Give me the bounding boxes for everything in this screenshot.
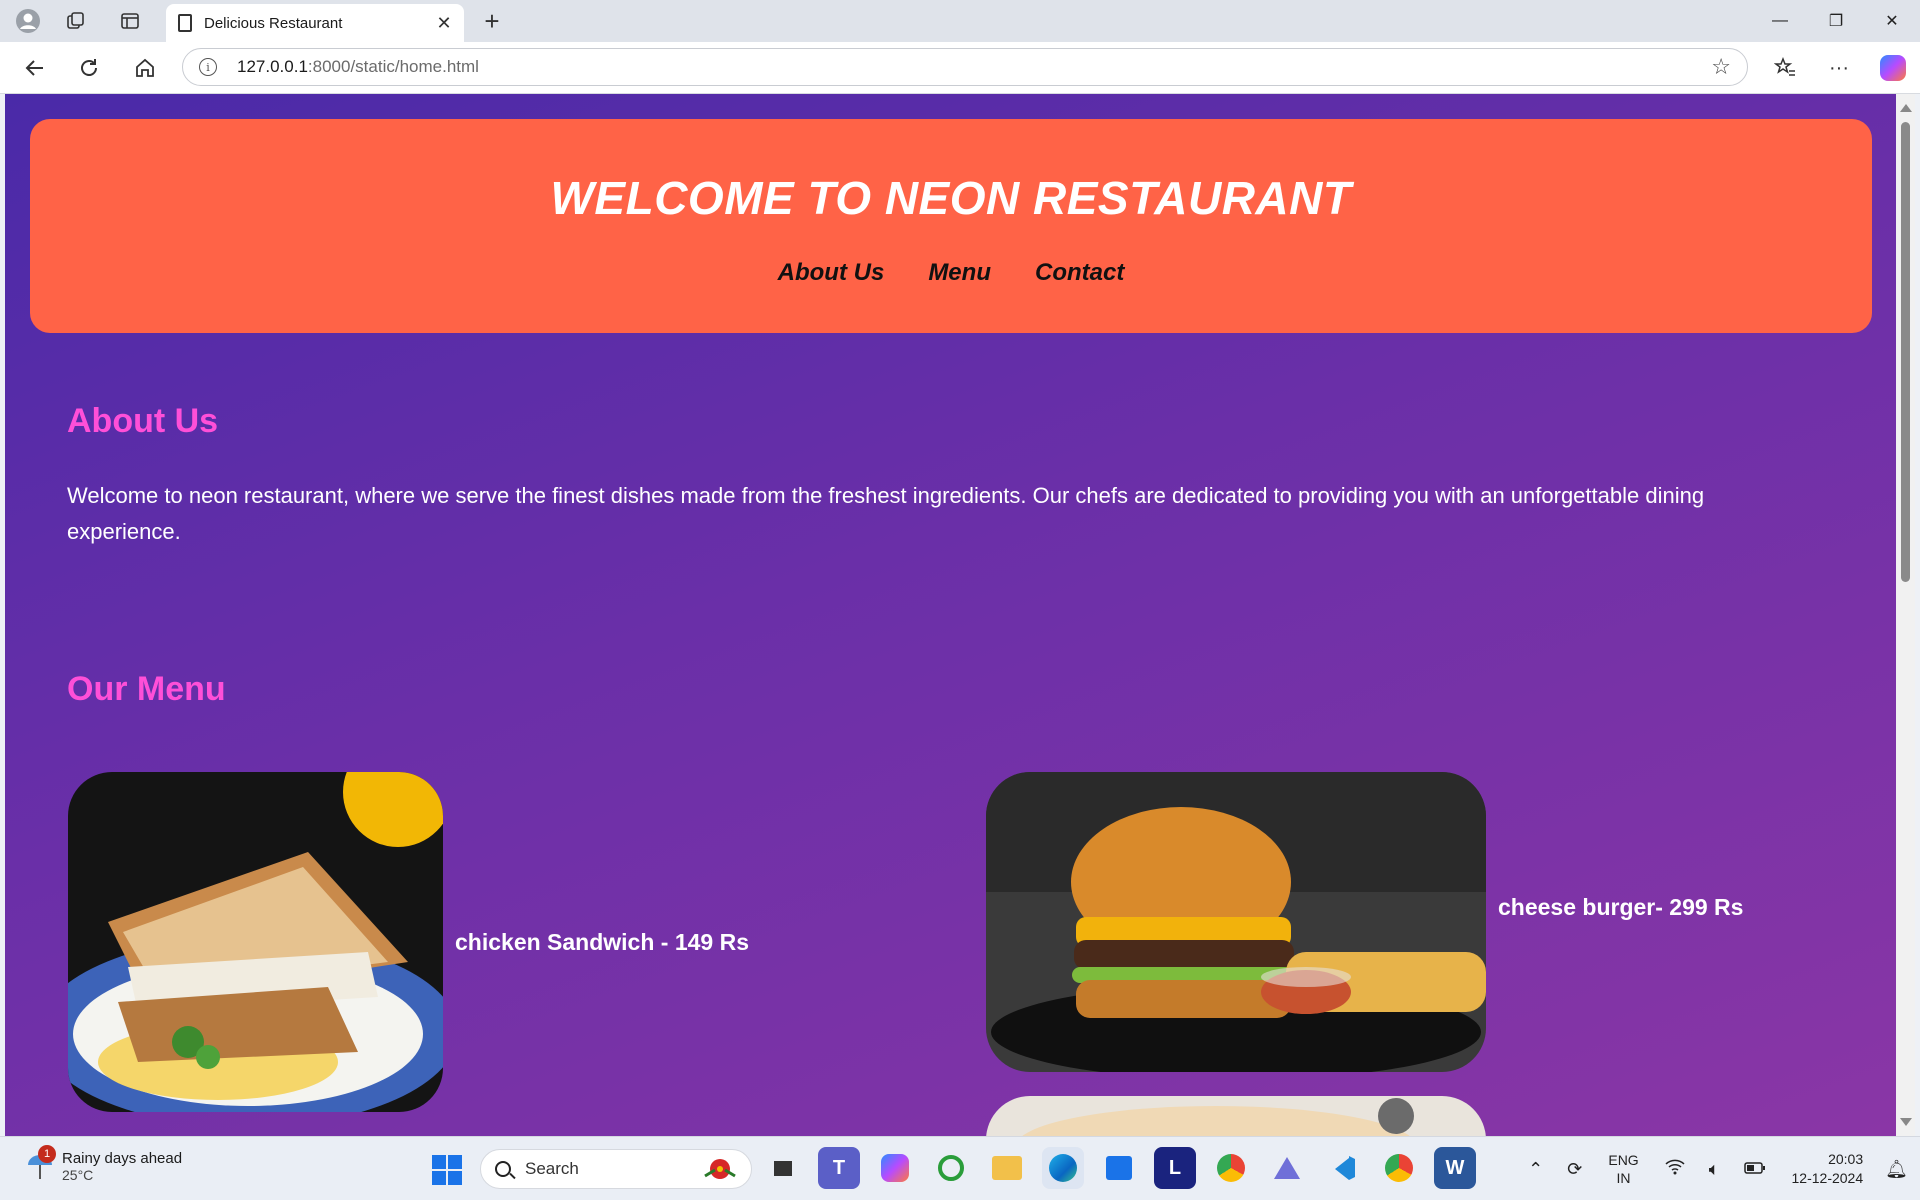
taskbar-search[interactable]: Search [480,1149,752,1189]
weather-temp: 25°C [62,1166,94,1183]
scroll-down-icon[interactable] [1900,1118,1912,1126]
refresh-button[interactable] [62,42,116,94]
site-nav: About Us Menu Contact [30,259,1872,287]
taskbar: 1 Rainy days ahead 25°C Search T L W ⌃ ⟳ [0,1136,1920,1200]
store-icon[interactable] [1098,1147,1140,1189]
clock-time: 20:03 [1828,1151,1864,1167]
chevron-up-icon[interactable]: ⌃ [1528,1159,1543,1180]
search-icon [495,1161,511,1177]
copilot-icon[interactable] [1880,55,1906,81]
home-button[interactable] [118,42,172,94]
tab-bar: Delicious Restaurant ✕ + — ❐ ✕ [0,0,1920,42]
vscode-icon[interactable] [1322,1147,1364,1189]
scroll-up-icon[interactable] [1900,104,1912,112]
taskbar-apps: T L W [762,1147,1476,1189]
tab-title: Delicious Restaurant [204,14,343,32]
lang-code: ENG [1608,1152,1639,1168]
battery-icon[interactable] [1743,1159,1766,1180]
url-path: :8000/static/home.html [307,57,479,76]
browser-toolbar-right: ··· [1758,42,1920,94]
favorites-icon[interactable] [1758,42,1812,94]
window-controls: — ❐ ✕ [1752,0,1920,42]
page-icon [178,14,192,32]
close-window-icon[interactable]: ✕ [1864,0,1920,42]
clock[interactable]: 20:03 12-12-2024 [1792,1150,1864,1188]
clock-date: 12-12-2024 [1791,1170,1864,1186]
l-app-icon[interactable]: L [1154,1147,1196,1189]
chrome-icon[interactable] [1210,1147,1252,1189]
nav-about-us[interactable]: About Us [778,259,885,287]
about-text: Welcome to neon restaurant, where we ser… [67,483,1705,544]
copilot-app-icon[interactable] [874,1147,916,1189]
nav-menu[interactable]: Menu [928,259,991,287]
notifications-icon[interactable]: 🔔︎ [1885,1159,1908,1180]
minimize-icon[interactable]: — [1752,0,1808,42]
sync-app-icon[interactable] [930,1147,972,1189]
burger-image [986,772,1486,1072]
sync-status-icon[interactable]: ⟳ [1567,1159,1582,1180]
wifi-icon[interactable] [1665,1159,1685,1180]
weather-title: Rainy days ahead [62,1149,183,1167]
pizza-image [986,1096,1486,1136]
site-header: WELCOME TO NEON RESTAURANT About Us Menu… [30,119,1872,333]
menu-heading: Our Menu [67,670,226,708]
vpn-app-icon[interactable] [1266,1147,1308,1189]
tab-active[interactable]: Delicious Restaurant ✕ [166,4,464,42]
site-info-icon[interactable]: i [199,58,217,76]
menu-item-label: cheese burger- 299 Rs [1498,893,1744,920]
word-icon[interactable]: W [1434,1147,1476,1189]
file-explorer-icon[interactable] [986,1147,1028,1189]
menu-item-burger: cheese burger- 299 Rs [986,772,1743,1072]
poinsettia-icon [703,1156,737,1182]
back-button[interactable] [8,42,62,94]
nav-contact[interactable]: Contact [1035,259,1124,287]
close-tab-icon[interactable]: ✕ [434,13,454,34]
language-indicator[interactable]: ENG IN [1608,1151,1638,1187]
url-host: 127.0.0.1 [237,57,308,76]
favorite-star-icon[interactable]: ☆ [1711,54,1731,80]
about-heading: About Us [67,402,219,440]
rain-umbrella-icon: 1 [26,1145,56,1183]
page-scrollbar[interactable] [1896,94,1915,1136]
more-options-icon[interactable]: ··· [1812,42,1866,94]
sandwich-image [68,772,443,1112]
tab-actions-icon[interactable] [110,0,150,42]
notification-badge: 1 [38,1145,56,1163]
url-field[interactable]: i 127.0.0.1:8000/static/home.html ☆ [182,48,1748,86]
edge-icon[interactable] [1042,1147,1084,1189]
weather-widget[interactable]: 1 Rainy days ahead 25°C [26,1145,183,1183]
teams-icon[interactable]: T [818,1147,860,1189]
task-view-icon[interactable] [762,1147,804,1189]
profile-icon[interactable] [8,0,48,42]
windows-start-icon[interactable] [432,1155,462,1185]
menu-item-sandwich: chicken Sandwich - 149 Rs [68,772,749,1112]
lang-region: IN [1616,1170,1631,1186]
volume-icon[interactable]: 🔈︎ [1709,1159,1720,1180]
system-tray: ⌃ ⟳ ENG IN 🔈︎ 20:03 12-12-2024 🔔︎ [1516,1137,1920,1200]
site-title: WELCOME TO NEON RESTAURANT [550,172,1352,224]
new-tab-button[interactable]: + [476,6,508,36]
search-placeholder: Search [525,1159,579,1178]
address-bar: i 127.0.0.1:8000/static/home.html ☆ ··· [0,42,1920,94]
restore-icon[interactable]: ❐ [1808,0,1864,42]
chrome-profile-icon[interactable] [1378,1147,1420,1189]
menu-item-label: chicken Sandwich - 149 Rs [455,928,750,955]
page-viewport: WELCOME TO NEON RESTAURANT About Us Menu… [5,94,1896,1136]
workspaces-icon[interactable] [56,0,96,42]
scroll-thumb[interactable] [1901,122,1910,582]
